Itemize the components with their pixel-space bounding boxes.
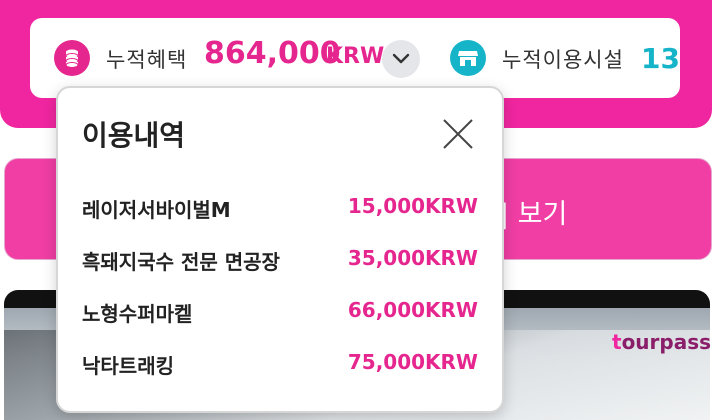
item-price: 15,000KRW bbox=[347, 194, 478, 218]
close-button[interactable] bbox=[440, 116, 476, 152]
expand-usage-button[interactable] bbox=[382, 40, 420, 78]
view-details-label: | 보기 bbox=[500, 199, 568, 230]
chevron-down-icon bbox=[392, 53, 410, 64]
shop-icon bbox=[450, 40, 486, 76]
benefit-amount: 864,000 bbox=[204, 36, 341, 71]
facility-count: 13 bbox=[641, 42, 680, 75]
tourpass-logo: tourpass bbox=[612, 330, 712, 354]
benefit-unit: KRW bbox=[326, 44, 385, 69]
popup-title: 이용내역 bbox=[82, 119, 186, 152]
coin-stack-icon bbox=[54, 40, 90, 76]
item-name: 노형수퍼마켙 bbox=[82, 302, 193, 326]
item-name: 흑돼지국수 전문 면공장 bbox=[82, 250, 280, 274]
item-name: 레이저서바이벌M bbox=[82, 198, 231, 222]
close-icon bbox=[443, 119, 473, 149]
item-name: 낙타트래킹 bbox=[82, 354, 174, 378]
facility-label: 누적이용시설 bbox=[502, 48, 624, 72]
benefit-label: 누적혜택 bbox=[106, 48, 188, 72]
item-price: 66,000KRW bbox=[347, 298, 478, 322]
item-price: 35,000KRW bbox=[347, 246, 478, 270]
usage-history-popup: 이용내역 레이저서바이벌M 15,000KRW 흑돼지국수 전문 면공장 35,… bbox=[56, 86, 504, 413]
item-price: 75,000KRW bbox=[347, 350, 478, 374]
